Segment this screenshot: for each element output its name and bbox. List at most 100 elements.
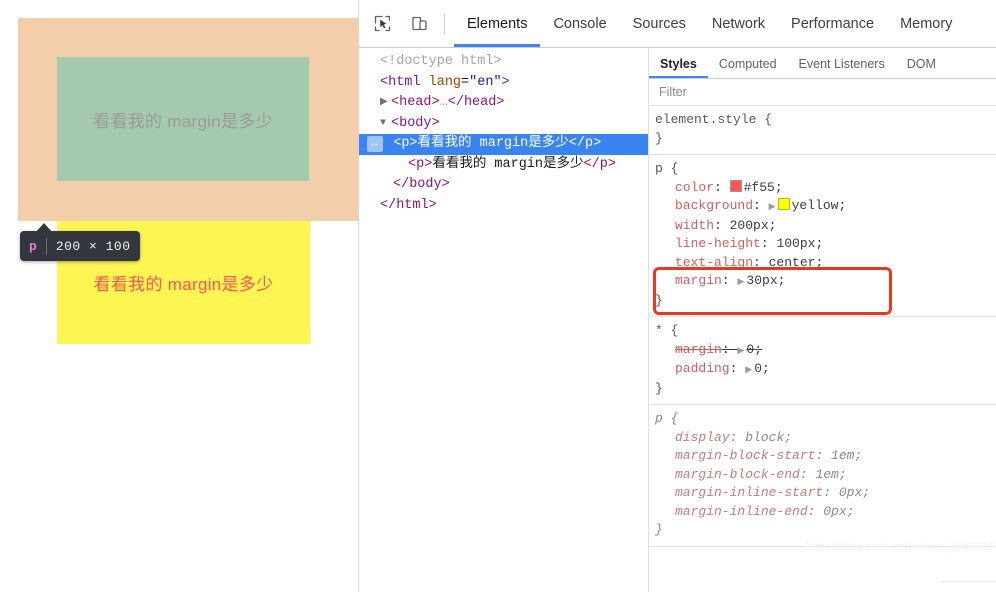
styles-tabbar: Styles Computed Event Listeners DOM [649,48,996,79]
device-toolbar-icon[interactable] [405,10,433,38]
styles-filter-row[interactable]: Filter [649,79,996,106]
body-close: </ [393,177,410,192]
dom-line-p-selected[interactable]: … < p > 看看我的 margin是多少 </p > [359,134,649,155]
tooltip-tag-name: p [29,238,37,254]
tab-memory[interactable]: Memory [887,1,965,47]
decl-ua-mbe-colon: : [799,466,816,482]
tab-network[interactable]: Network [699,1,778,47]
rule-p-author[interactable]: p { color: #f55; background: ▶ yellow; wi… [649,155,996,317]
p1-open: < [393,136,402,151]
decl-line-height-value[interactable]: 100px [776,236,815,251]
decl-ua-mie-semi: ; [846,503,855,519]
tab-network-label: Network [711,15,766,32]
tab-elements[interactable]: Elements [454,1,540,47]
decl-margin[interactable]: margin: ▶ 30px; [649,272,996,292]
decl-universal-margin-colon: : [721,341,738,357]
decl-width[interactable]: width: 200px; [649,217,996,236]
doctype-text: <!doctype html> [380,54,502,69]
collapsed-children-badge[interactable]: … [367,136,384,153]
html-tag-name: html [388,74,421,90]
inspect-element-icon[interactable] [368,10,396,38]
p1-tag-name: p [401,136,410,151]
decl-width-value[interactable]: 200px [730,218,769,233]
rule-selector-p-ua: p { [655,411,679,426]
tab-elements-label: Elements [467,15,528,32]
dom-line-body-open[interactable]: ▼ < body > [359,114,649,135]
html-attr-value: "en" [469,74,502,90]
dom-line-doctype[interactable]: <!doctype html> [359,52,649,73]
decl-color-semi: ; [774,179,783,195]
decl-line-height-semi: ; [815,236,824,251]
dom-tree[interactable]: <!doctype html> < html lang = "en" > ▶ < head >… [359,48,649,592]
rule-universal[interactable]: * { margin: ▶ 0; padding: ▶ 0; } [649,317,996,405]
decl-margin-prop: margin [675,273,722,288]
chevron-down-icon[interactable]: ▼ [380,114,391,135]
dom-line-p-second[interactable]: < p > 看看我的 margin是多少 </p > [359,155,649,176]
decl-ua-mbe-value: 1em [815,466,839,482]
dom-line-head[interactable]: ▶ < head >… </head > [359,93,649,114]
decl-ua-mbs-prop: margin-block-start [675,448,816,463]
expand-triangle-icon[interactable]: ▶ [745,361,754,380]
decl-ua-mie-colon: : [807,503,824,519]
tab-styles-label: Styles [660,56,697,71]
tooltip-arrow [36,223,52,232]
decl-ua-display-prop: display [675,429,730,445]
filter-placeholder: Filter [659,85,687,99]
chevron-right-icon[interactable]: ▶ [380,93,391,114]
tab-sources[interactable]: Sources [620,1,699,47]
dom-line-html-close[interactable]: </html > [359,196,649,217]
tab-dom-breakpoints[interactable]: DOM [896,49,947,78]
rule-p-user-agent[interactable]: p { display: block; margin-block-start: … [649,405,996,547]
decl-ua-margin-block-start: margin-block-start: 1em; [649,447,996,466]
decl-color[interactable]: color: #f55; [649,179,996,198]
decl-background[interactable]: background: ▶ yellow; [649,197,996,217]
decl-ua-mbe-semi: ; [838,466,847,482]
tab-sources-label: Sources [632,15,686,32]
tab-console-label: Console [553,15,607,32]
html-attr-name: lang [428,74,462,90]
tab-styles[interactable]: Styles [649,49,708,78]
html-close-end: > [428,197,437,213]
p2-text: 看看我的 margin是多少 [432,156,584,172]
tab-performance[interactable]: Performance [778,1,887,47]
body-close-tag-name: body [409,177,442,192]
devtools-panel: Elements Console Sources Network Perform… [359,0,996,592]
dom-line-body-close[interactable]: </body > [359,175,649,196]
decl-ua-display-semi: ; [784,429,793,445]
rule-close-p-ua: } [655,522,663,537]
tab-computed[interactable]: Computed [708,49,788,78]
decl-text-align[interactable]: text-align: center; [649,254,996,273]
html-open-tag: < [380,74,389,90]
decl-universal-padding-value[interactable]: 0 [754,361,762,376]
p2-close: </ [583,156,600,172]
decl-background-value[interactable]: yellow [792,198,839,213]
rule-element-style[interactable]: element.style { } [649,106,996,155]
html-space [421,73,429,94]
decl-text-align-colon: : [753,254,769,270]
color-swatch-yellow[interactable] [777,198,790,210]
html-close-tag-name: html [396,197,429,213]
tab-event-listeners[interactable]: Event Listeners [788,49,896,78]
head-close-tag-name: head [463,95,497,110]
decl-text-align-semi: ; [815,254,824,270]
decl-universal-margin[interactable]: margin: ▶ 0; [649,341,996,361]
color-swatch-f55[interactable] [729,179,742,192]
decl-text-align-value[interactable]: center [769,255,816,270]
decl-line-height[interactable]: line-height: 100px; [649,235,996,254]
body-close-end: > [441,177,450,192]
tab-computed-label: Computed [718,56,777,71]
rule-close-universal: } [655,380,663,396]
tab-console[interactable]: Console [540,1,619,47]
decl-color-value[interactable]: #f55 [744,180,775,195]
decl-ua-mie-prop: margin-inline-end [675,503,808,519]
decl-universal-padding-semi: ; [762,361,770,376]
decl-universal-padding-colon: : [729,361,746,376]
expand-triangle-icon[interactable]: ▶ [769,198,778,217]
decl-universal-padding[interactable]: padding: ▶ 0; [649,360,996,380]
dom-line-html-open[interactable]: < html lang = "en" > [359,73,649,94]
decl-margin-value[interactable]: 30px [746,273,777,288]
styles-bottom-divider [939,581,996,582]
decl-width-semi: ; [768,217,777,233]
decl-ua-mis-semi: ; [862,485,871,500]
decl-ua-margin-inline-end: margin-inline-end: 0px; [649,503,996,522]
